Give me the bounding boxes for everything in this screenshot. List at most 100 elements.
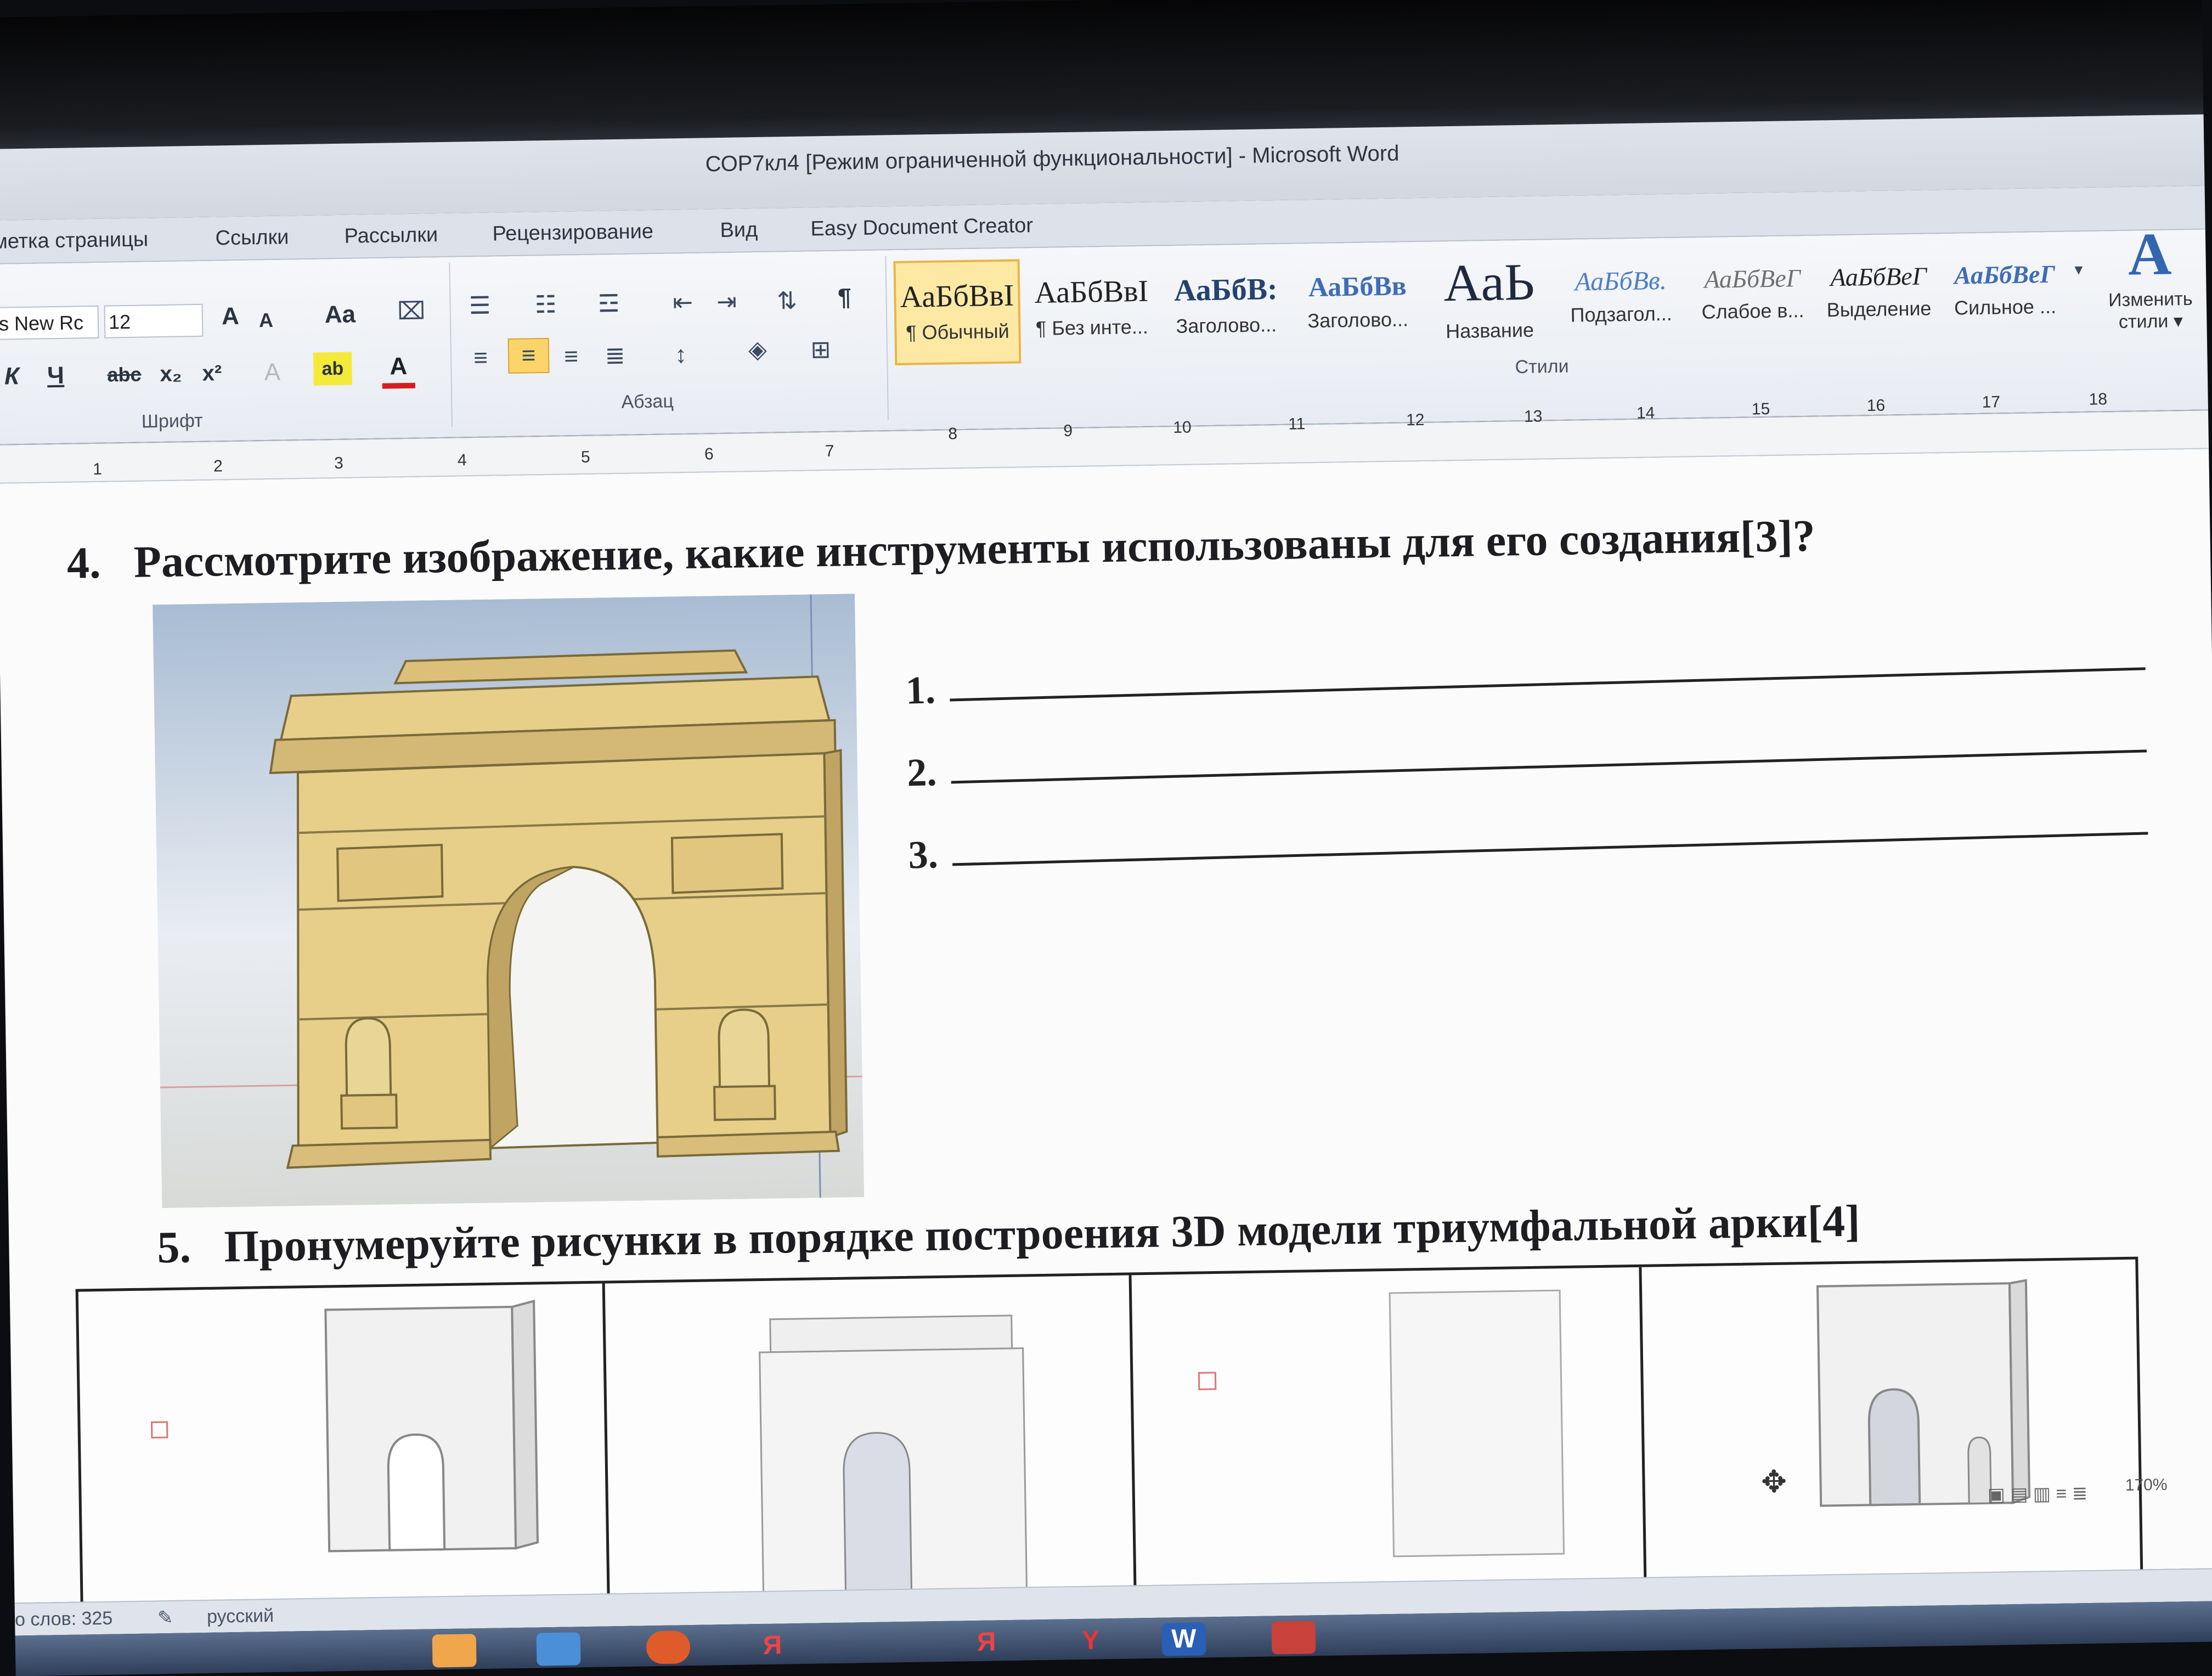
- multilevel-list-icon[interactable]: ☲: [589, 287, 628, 321]
- ruler-number: 15: [1751, 399, 1770, 419]
- style-heading-1[interactable]: АаБбВ: Заголово...: [1162, 255, 1290, 362]
- highlight-button[interactable]: ab: [313, 352, 352, 386]
- tab-references[interactable]: Ссылки: [215, 225, 289, 250]
- ruler-number: 11: [1288, 415, 1306, 433]
- style-subtle-emphasis[interactable]: АаБбВеГ Слабое в...: [1689, 247, 1816, 353]
- increase-indent-icon[interactable]: ⇥: [710, 285, 743, 319]
- style-sample: АаБбВеГ: [1830, 262, 1927, 292]
- font-size-combobox[interactable]: 12: [104, 303, 204, 338]
- style-sample: АаБбВвI: [1034, 274, 1149, 310]
- bullets-icon[interactable]: ☰: [460, 289, 499, 323]
- ruler-number: 14: [1636, 404, 1655, 422]
- font-group-label: Шрифт: [141, 410, 204, 432]
- answer-number: 1.: [905, 668, 936, 713]
- taskbar-app-icon[interactable]: [536, 1632, 581, 1666]
- align-left-icon[interactable]: ≡: [464, 341, 498, 375]
- style-subtitle[interactable]: АаБбВв. Подзагол...: [1557, 249, 1685, 355]
- word-count[interactable]: о слов: 325: [15, 1608, 113, 1631]
- font-name-combobox[interactable]: s New Rc: [0, 305, 99, 340]
- decrease-indent-icon[interactable]: ⇤: [666, 286, 699, 320]
- grow-font-button[interactable]: A: [213, 300, 247, 334]
- arch-step-image: [150, 1299, 539, 1553]
- style-sample: АаЬ: [1443, 252, 1535, 313]
- paragraph-group-label: Абзац: [621, 391, 674, 413]
- style-name: Заголово...: [1176, 313, 1277, 337]
- yandex-browser-icon[interactable]: Я: [964, 1626, 1009, 1659]
- taskbar-app-icon[interactable]: [432, 1634, 477, 1668]
- language-indicator[interactable]: русский: [207, 1605, 274, 1628]
- ruler-number: 4: [457, 451, 467, 470]
- shrink-font-button[interactable]: A: [252, 304, 280, 337]
- strikethrough-button[interactable]: abc: [102, 358, 146, 391]
- justify-icon[interactable]: ≣: [599, 340, 632, 373]
- ruler-number: 9: [1063, 421, 1073, 441]
- style-name: Заголово...: [1307, 308, 1409, 332]
- line-spacing-icon[interactable]: ↕: [659, 338, 703, 371]
- subscript-button[interactable]: x₂: [154, 357, 188, 391]
- styles-scroll-icon[interactable]: ▾: [2067, 253, 2090, 287]
- style-title[interactable]: АаЬ Название: [1425, 251, 1553, 357]
- style-name: Слабое в...: [1701, 298, 1804, 323]
- clear-formatting-icon[interactable]: ⌧: [392, 295, 431, 328]
- step-image-cell[interactable]: [1131, 1267, 1647, 1616]
- change-styles-icon: A: [2127, 220, 2172, 288]
- answer-number: 2.: [906, 750, 938, 795]
- align-center-icon[interactable]: ≡: [507, 337, 550, 374]
- style-sample: АаБбВеГ: [1954, 259, 2056, 290]
- zoom-level[interactable]: 170%: [2125, 1476, 2167, 1495]
- tab-easy-document-creator[interactable]: Easy Document Creator: [810, 214, 1033, 241]
- shading-icon[interactable]: ◈: [738, 333, 777, 366]
- style-no-spacing[interactable]: АаБбВвI ¶ Без инте...: [1028, 257, 1155, 364]
- arch-step-image: [1816, 1279, 2031, 1507]
- question-number: 4.: [66, 537, 101, 588]
- question-number: 5.: [156, 1222, 191, 1273]
- step-image-cell[interactable]: [605, 1275, 1137, 1624]
- tab-mailings[interactable]: Рассылки: [344, 223, 438, 249]
- change-styles-button[interactable]: A Изменить стили ▾: [2095, 218, 2206, 333]
- yandex-icon[interactable]: Я: [751, 1629, 795, 1662]
- style-sample: АаБбВеГ: [1704, 264, 1801, 294]
- sort-icon[interactable]: ⇅: [770, 285, 804, 318]
- style-name: ¶ Без инте...: [1035, 315, 1149, 340]
- sketchup-icon[interactable]: [1271, 1621, 1316, 1655]
- text-effects-icon[interactable]: A: [253, 355, 292, 389]
- step-image-cell[interactable]: [1641, 1260, 2146, 1607]
- show-formatting-button[interactable]: ¶: [828, 281, 861, 314]
- style-intense-emphasis[interactable]: АаБбВеГ Сильное ...: [1941, 242, 2069, 349]
- tab-page-layout[interactable]: метка страницы: [0, 228, 148, 253]
- ruler-number: 2: [213, 457, 223, 476]
- align-right-icon[interactable]: ≡: [555, 340, 588, 374]
- step-image-cell[interactable]: [78, 1283, 611, 1632]
- numbering-icon[interactable]: ☷: [526, 288, 565, 321]
- superscript-button[interactable]: x²: [195, 357, 229, 390]
- style-sample: АаБбВв: [1308, 270, 1407, 303]
- borders-icon[interactable]: ⊞: [801, 334, 840, 367]
- proofing-icon[interactable]: ✎: [157, 1607, 173, 1629]
- style-normal[interactable]: АаБбВвI ¶ Обычный: [893, 259, 1022, 365]
- triumphal-arch-3d-image[interactable]: [153, 594, 865, 1209]
- view-buttons-icon[interactable]: ▣ ▤ ▥ ≡ ≣: [1966, 1476, 2109, 1511]
- taskbar-app-icon[interactable]: [646, 1630, 691, 1664]
- tab-review[interactable]: Рецензирование: [492, 220, 653, 246]
- style-name: ¶ Обычный: [905, 319, 1010, 344]
- underline-button[interactable]: Ч: [39, 359, 72, 393]
- steps-table: [75, 1256, 2146, 1632]
- word-icon[interactable]: W: [1161, 1622, 1206, 1656]
- style-heading-2[interactable]: АаБбВв Заголово...: [1294, 253, 1421, 359]
- move-cursor-icon: ✥: [1760, 1464, 1787, 1499]
- font-color-button[interactable]: A: [381, 349, 415, 389]
- style-name: Подзагол...: [1570, 302, 1673, 326]
- ruler-number: 17: [1982, 393, 2001, 411]
- yandex-y-icon[interactable]: Y: [1069, 1624, 1113, 1657]
- answer-number: 3.: [907, 832, 939, 877]
- arch-step-image: [759, 1314, 1028, 1595]
- ruler-number: 13: [1523, 407, 1543, 426]
- ruler-number: 1: [92, 460, 103, 478]
- ruler-number: 8: [948, 425, 958, 443]
- change-case-button[interactable]: Aa: [315, 298, 365, 331]
- tab-view[interactable]: Вид: [720, 218, 758, 242]
- style-sample: АаБбВв.: [1575, 266, 1667, 297]
- style-emphasis[interactable]: АаБбВеГ Выделение: [1815, 245, 1943, 351]
- change-styles-label: Изменить: [2108, 288, 2193, 311]
- italic-button[interactable]: К: [0, 360, 29, 393]
